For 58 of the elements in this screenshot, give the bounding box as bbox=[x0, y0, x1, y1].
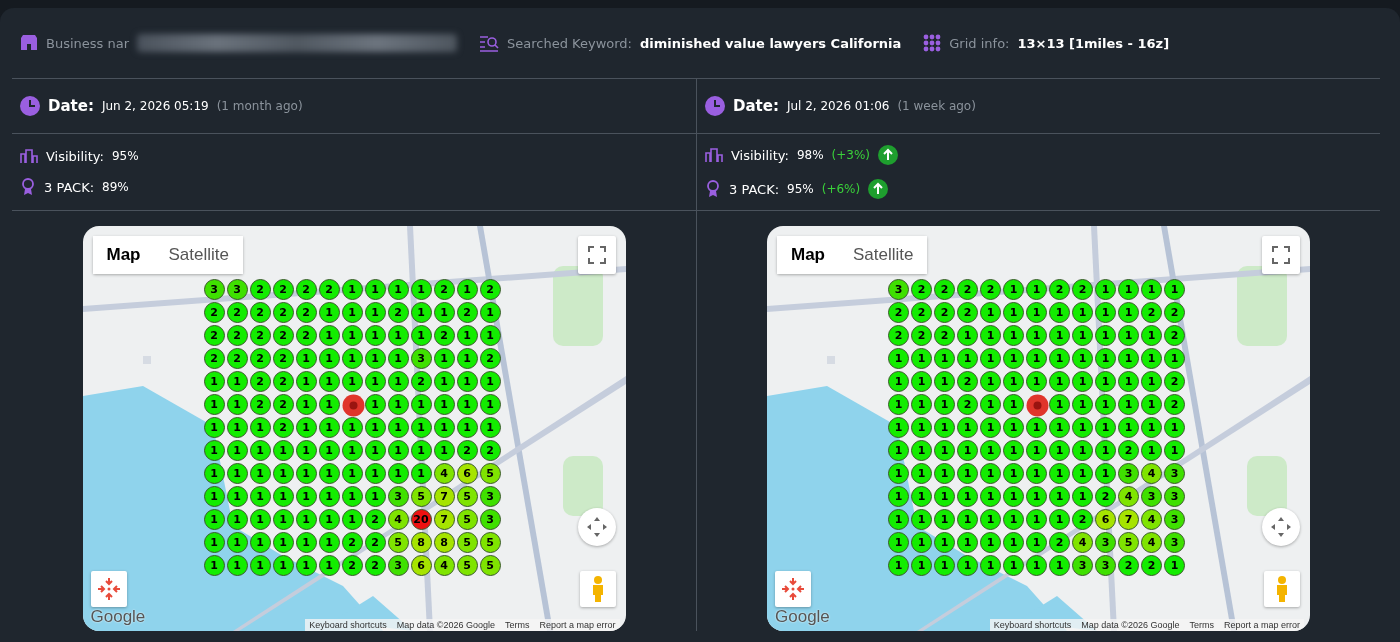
map-footer-link[interactable]: Keyboard shortcuts bbox=[309, 620, 387, 630]
map-footer-link[interactable]: Keyboard shortcuts bbox=[993, 620, 1072, 630]
store-icon bbox=[20, 34, 38, 52]
map-type-tab[interactable]: Satellite bbox=[839, 236, 928, 274]
stat-label: 3 PACK: bbox=[729, 181, 780, 197]
fullscreen-icon bbox=[587, 246, 606, 264]
stat-change: (+6%) bbox=[821, 182, 861, 196]
map-type-tab[interactable]: Map bbox=[777, 236, 839, 274]
stat-label: Visibility: bbox=[46, 148, 104, 164]
stat-value: 95% bbox=[787, 182, 814, 196]
trophy-icon bbox=[20, 178, 36, 196]
move-icon bbox=[585, 516, 608, 538]
date-label: Date: bbox=[48, 97, 94, 115]
fullscreen-button[interactable] bbox=[1262, 236, 1300, 274]
fullscreen-button[interactable] bbox=[577, 236, 616, 274]
grid-icon bbox=[923, 34, 942, 52]
stat-value: 89% bbox=[102, 180, 129, 194]
stat-value: 95% bbox=[111, 149, 139, 163]
map-type-tab[interactable]: Satellite bbox=[154, 236, 243, 274]
stat-label: Visibility: bbox=[731, 147, 789, 163]
map-footer-link[interactable]: Terms bbox=[504, 620, 530, 630]
trophy-icon bbox=[705, 180, 721, 198]
move-icon bbox=[1270, 516, 1292, 538]
date-value: Jun 2, 2026 05:19 bbox=[101, 99, 209, 113]
recenter-button[interactable] bbox=[775, 571, 811, 607]
map-logo: Google bbox=[90, 607, 146, 627]
search-list-icon bbox=[479, 34, 499, 52]
clock-icon bbox=[20, 96, 40, 116]
compress-arrows-icon bbox=[96, 577, 121, 601]
clock-icon bbox=[705, 96, 725, 116]
compress-arrows-icon bbox=[781, 577, 805, 601]
map-footer-link[interactable]: Terms bbox=[1189, 620, 1214, 630]
location-pin-icon bbox=[1026, 394, 1049, 417]
grid-info-value: 13×13 [1miles - 16z] bbox=[1017, 35, 1170, 51]
keyword-label: Searched Keyword: bbox=[507, 35, 632, 51]
business-label: Business nar bbox=[46, 35, 129, 51]
buildings-icon bbox=[705, 147, 723, 163]
map-footer-link[interactable]: Report a map error bbox=[539, 620, 616, 630]
stat-label: 3 PACK: bbox=[44, 179, 95, 195]
stat-change: (+3%) bbox=[831, 148, 871, 162]
keyword-value: diminished value lawyers California bbox=[639, 35, 902, 51]
date-value: Jul 2, 2026 01:06 bbox=[786, 99, 890, 113]
buildings-icon bbox=[20, 148, 38, 164]
map-type-tab[interactable]: Map bbox=[92, 236, 155, 274]
map-footer-link[interactable]: Map data ©2026 Google bbox=[396, 620, 495, 630]
map-footer-link[interactable]: Report a map error bbox=[1223, 620, 1300, 630]
map-logo: Google bbox=[775, 607, 830, 627]
relative-time: (1 week ago) bbox=[897, 99, 976, 113]
grid-info-label: Grid info: bbox=[949, 35, 1010, 51]
location-pin-icon bbox=[341, 394, 365, 417]
relative-time: (1 month ago) bbox=[216, 99, 303, 113]
date-label: Date: bbox=[733, 97, 779, 115]
fullscreen-icon bbox=[1272, 246, 1290, 264]
person-icon bbox=[1275, 575, 1289, 603]
person-icon bbox=[590, 575, 605, 603]
recenter-button[interactable] bbox=[90, 571, 127, 607]
stat-value: 98% bbox=[796, 148, 824, 162]
map-footer-link[interactable]: Map data ©2026 Google bbox=[1081, 620, 1180, 630]
